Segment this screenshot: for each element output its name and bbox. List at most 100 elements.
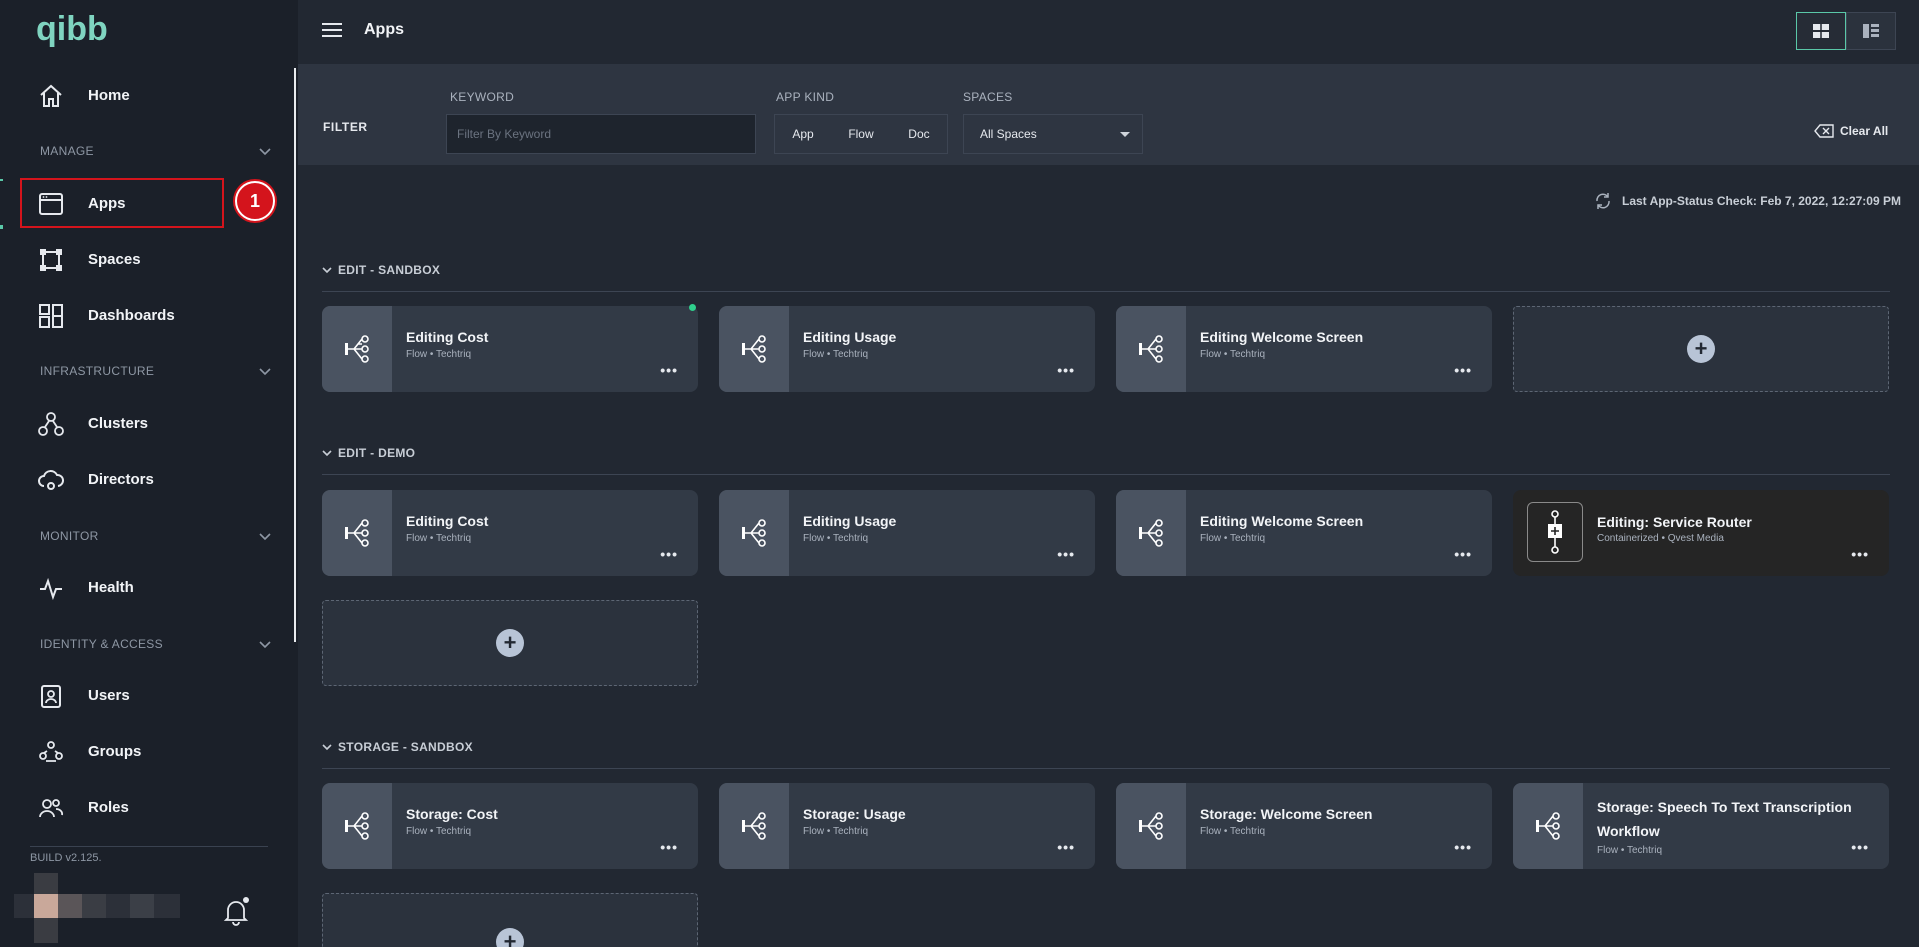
- app-card-subtitle: Flow • Techtriq: [803, 349, 869, 360]
- app-card[interactable]: Editing Cost Flow • Techtriq •••: [322, 306, 698, 392]
- keyword-input[interactable]: [446, 114, 756, 154]
- more-menu-icon[interactable]: •••: [660, 362, 678, 378]
- container-icon-box: [1527, 502, 1583, 562]
- flow-icon: [1139, 812, 1163, 840]
- more-menu-icon[interactable]: •••: [1454, 362, 1472, 378]
- more-menu-icon[interactable]: •••: [1851, 546, 1869, 562]
- sidebar-item-label: Dashboards: [88, 307, 175, 324]
- plus-icon: +: [496, 927, 524, 947]
- sidebar-item-label: Directors: [88, 471, 154, 488]
- sidebar-item-clusters[interactable]: Clusters: [0, 401, 290, 445]
- kind-app-button[interactable]: App: [792, 127, 813, 141]
- avatar[interactable]: [14, 873, 180, 943]
- divider: [30, 846, 268, 847]
- sidebar-item-groups[interactable]: Groups: [0, 729, 290, 773]
- sidebar-item-health[interactable]: Health: [0, 565, 290, 609]
- sidebar-item-users[interactable]: Users: [0, 673, 290, 717]
- home-icon: [40, 84, 62, 107]
- chevron-down-icon[interactable]: [258, 532, 272, 542]
- flow-icon: [345, 335, 369, 363]
- app-card-title: Editing Usage: [803, 513, 897, 529]
- list-view-button[interactable]: [1846, 12, 1896, 50]
- app-status-line: Last App-Status Check: Feb 7, 2022, 12:2…: [1594, 192, 1901, 210]
- more-menu-icon[interactable]: •••: [1454, 546, 1472, 562]
- app-card-title: Storage: Usage: [803, 806, 906, 822]
- svg-text:qibb: qibb: [36, 10, 108, 48]
- flow-icon-box: [1116, 783, 1186, 869]
- app-card[interactable]: Storage: Usage Flow • Techtriq •••: [719, 783, 1095, 869]
- app-card-subtitle: Flow • Techtriq: [803, 533, 869, 544]
- roles-icon: [39, 799, 63, 818]
- app-card[interactable]: Storage: Speech To Text Transcription Wo…: [1513, 783, 1889, 869]
- more-menu-icon[interactable]: •••: [1454, 839, 1472, 855]
- spaces-select[interactable]: All Spaces: [963, 114, 1143, 154]
- section-monitor: MONITOR: [40, 529, 99, 543]
- groups-icon: [39, 741, 63, 762]
- more-menu-icon[interactable]: •••: [1851, 839, 1869, 855]
- app-card[interactable]: Editing Welcome Screen Flow • Techtriq •…: [1116, 306, 1492, 392]
- flow-icon-box: [719, 783, 789, 869]
- app-card[interactable]: Editing Welcome Screen Flow • Techtriq •…: [1116, 490, 1492, 576]
- flow-icon-box: [719, 306, 789, 392]
- app-card[interactable]: Editing: Service Router Containerized • …: [1513, 490, 1889, 576]
- app-card-subtitle: Flow • Techtriq: [1200, 533, 1266, 544]
- app-card-subtitle: Flow • Techtriq: [803, 826, 869, 837]
- add-app-button[interactable]: +: [1513, 306, 1889, 392]
- more-menu-icon[interactable]: •••: [660, 546, 678, 562]
- sidebar-item-label: Users: [88, 687, 130, 704]
- sidebar-item-label: Spaces: [88, 251, 141, 268]
- more-menu-icon[interactable]: •••: [1057, 546, 1075, 562]
- more-menu-icon[interactable]: •••: [660, 839, 678, 855]
- chevron-down-icon[interactable]: [258, 640, 272, 650]
- sidebar-item-roles[interactable]: Roles: [0, 785, 290, 829]
- app-card-title: Editing Cost: [406, 513, 489, 529]
- more-menu-icon[interactable]: •••: [1057, 839, 1075, 855]
- app-card[interactable]: Editing Usage Flow • Techtriq •••: [719, 490, 1095, 576]
- flow-icon: [345, 519, 369, 547]
- group-header[interactable]: EDIT - SANDBOX: [322, 263, 440, 277]
- grid-view-button[interactable]: [1796, 12, 1846, 50]
- app-card[interactable]: Storage: Welcome Screen Flow • Techtriq …: [1116, 783, 1492, 869]
- sidebar-item-label: Health: [88, 579, 134, 596]
- chevron-down-icon[interactable]: [258, 147, 272, 157]
- flow-icon: [742, 335, 766, 363]
- divider: [322, 768, 1890, 769]
- spaces-select-value: All Spaces: [980, 127, 1037, 141]
- add-app-button[interactable]: +: [322, 600, 698, 686]
- flow-icon-box: [322, 306, 392, 392]
- sidebar-item-directors[interactable]: Directors: [0, 457, 290, 501]
- chevron-down-icon[interactable]: [258, 367, 272, 377]
- sidebar-item-dashboards[interactable]: Dashboards: [0, 293, 290, 337]
- kind-doc-button[interactable]: Doc: [908, 127, 929, 141]
- app-card[interactable]: Editing Usage Flow • Techtriq •••: [719, 306, 1095, 392]
- app-card[interactable]: Storage: Cost Flow • Techtriq •••: [322, 783, 698, 869]
- sidebar: qibb Home MANAGE Apps 1 Spaces Dashboard…: [0, 0, 298, 947]
- app-card-title: Editing Welcome Screen: [1200, 513, 1364, 529]
- bell-icon[interactable]: [222, 896, 250, 926]
- refresh-icon[interactable]: [1594, 192, 1612, 210]
- apps-highlight-box: [20, 178, 224, 228]
- flow-icon-box: [1513, 783, 1583, 869]
- chevron-down-icon: [322, 450, 332, 457]
- last-status-check: Last App-Status Check: Feb 7, 2022, 12:2…: [1622, 194, 1901, 208]
- kind-flow-button[interactable]: Flow: [848, 127, 873, 141]
- flow-icon: [345, 812, 369, 840]
- flow-icon: [1139, 335, 1163, 363]
- group-header[interactable]: STORAGE - SANDBOX: [322, 740, 473, 754]
- chevron-down-icon: [322, 267, 332, 274]
- section-infrastructure: INFRASTRUCTURE: [40, 364, 155, 378]
- app-card-subtitle: Containerized • Qvest Media: [1597, 533, 1724, 544]
- clear-all-button[interactable]: Clear All: [1814, 124, 1888, 138]
- sidebar-scrollbar[interactable]: [294, 68, 296, 642]
- app-card[interactable]: Editing Cost Flow • Techtriq •••: [322, 490, 698, 576]
- sidebar-item-home[interactable]: Home: [0, 73, 290, 117]
- qibb-logo[interactable]: qibb: [36, 10, 126, 52]
- sidebar-item-spaces[interactable]: Spaces: [0, 237, 290, 281]
- app-kind-toggle: App Flow Doc: [774, 114, 948, 154]
- menu-icon[interactable]: [322, 22, 342, 38]
- more-menu-icon[interactable]: •••: [1057, 362, 1075, 378]
- group-header[interactable]: EDIT - DEMO: [322, 446, 415, 460]
- user-badge-icon: [41, 685, 61, 708]
- filter-bar: FILTER KEYWORD APP KIND App Flow Doc SPA…: [298, 64, 1919, 165]
- add-app-button[interactable]: +: [322, 893, 698, 947]
